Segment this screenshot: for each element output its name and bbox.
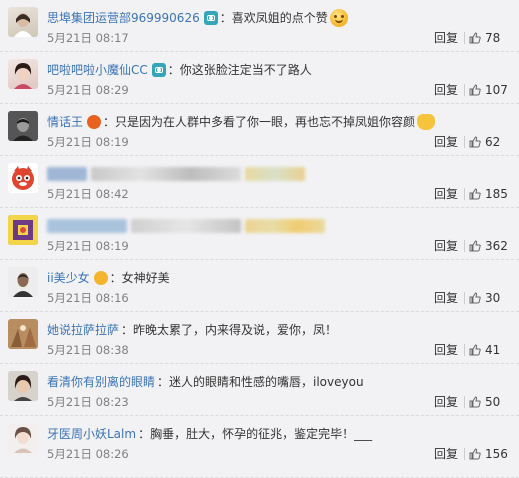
comment-item: 牙医周小妖Lalm ：胸垂，肚大，怀孕的征兆，鉴定完毕！___ 5月21日 08…: [0, 416, 519, 478]
like-button[interactable]: 30: [469, 289, 500, 307]
avatar[interactable]: [8, 111, 38, 141]
blurred-comment-text: [131, 219, 241, 233]
like-count: 156: [485, 447, 508, 461]
username[interactable]: 情话王: [47, 113, 83, 131]
avatar[interactable]: [8, 59, 38, 89]
username[interactable]: ii美少女: [47, 269, 90, 287]
divider: [464, 344, 465, 356]
divider: [464, 32, 465, 44]
comment-time: 5月21日 08:26: [47, 447, 129, 461]
like-button[interactable]: 41: [469, 341, 500, 359]
comment-text: ：迷人的眼睛和性感的嘴唇，iloveyou: [157, 375, 364, 389]
thumbs-up-icon: [469, 188, 481, 200]
like-button[interactable]: 156: [469, 445, 508, 463]
comment-item: 她说拉萨拉萨 ：昨晚太累了，内来得及说，爱你，凤！ 5月21日 08:38 回复…: [0, 312, 519, 364]
like-count: 107: [485, 83, 508, 97]
thumbs-up-icon: [469, 32, 481, 44]
like-button[interactable]: 62: [469, 133, 500, 151]
avatar[interactable]: [8, 319, 38, 349]
like-count: 185: [485, 187, 508, 201]
comment-text: ：你这张脸注定当不了路人: [167, 63, 312, 77]
thumbs-up-icon: [469, 84, 481, 96]
like-count: 41: [485, 343, 501, 357]
avatar[interactable]: [8, 267, 38, 297]
reply-button[interactable]: 回复: [434, 81, 458, 99]
like-count: 62: [485, 135, 501, 149]
thumbs-up-icon: [469, 344, 481, 356]
camera-badge-icon: [203, 11, 218, 25]
reply-button[interactable]: 回复: [434, 185, 458, 203]
username[interactable]: 牙医周小妖Lalm: [47, 425, 136, 443]
divider: [464, 188, 465, 200]
thumbs-up-icon: [469, 136, 481, 148]
username[interactable]: 她说拉萨拉萨: [47, 321, 119, 339]
comment-item: 5月21日 08:19 回复 362: [0, 208, 519, 260]
comment-text: ：昨晚太累了，内来得及说，爱你，凤！: [121, 323, 338, 337]
divider: [464, 292, 465, 304]
comment-time: 5月21日 08:42: [47, 187, 129, 201]
comment-time: 5月21日 08:23: [47, 395, 129, 409]
divider: [464, 396, 465, 408]
comment-text: ：只是因为在人群中多看了你一眼，再也忘不掉凤姐你容颜: [103, 115, 416, 129]
divider: [464, 136, 465, 148]
comment-item: ii美少女 ：女神好美 5月21日 08:16 回复 30: [0, 260, 519, 312]
like-count: 30: [485, 291, 501, 305]
blurred-username: [47, 219, 127, 233]
thumbs-up-icon: [469, 240, 481, 252]
reply-button[interactable]: 回复: [434, 237, 458, 255]
like-count: 362: [485, 239, 508, 253]
like-button[interactable]: 78: [469, 29, 500, 47]
comment-text: ：喜欢凤姐的点个赞: [219, 11, 328, 25]
reply-button[interactable]: 回复: [434, 133, 458, 151]
like-count: 50: [485, 395, 501, 409]
comment-time: 5月21日 08:19: [47, 239, 129, 253]
comment-item: 看清你有别离的眼睛 ：迷人的眼睛和性感的嘴唇，iloveyou 5月21日 08…: [0, 364, 519, 416]
smile-emoji-icon: [329, 9, 348, 27]
comment-text: ：女神好美: [109, 271, 170, 285]
comment-time: 5月21日 08:19: [47, 135, 129, 149]
reply-button[interactable]: 回复: [434, 289, 458, 307]
thumbs-up-icon: [469, 396, 481, 408]
reply-button[interactable]: 回复: [434, 445, 458, 463]
blurred-emoji: [245, 219, 325, 233]
blurred-comment-text: [91, 167, 241, 181]
username[interactable]: 看清你有别离的眼睛: [47, 373, 155, 391]
like-button[interactable]: 185: [469, 185, 508, 203]
like-count: 78: [485, 31, 501, 45]
reply-button[interactable]: 回复: [434, 341, 458, 359]
thumbs-up-icon: [469, 448, 481, 460]
username[interactable]: 思埠集团运营部969990626: [47, 9, 200, 27]
avatar[interactable]: [8, 215, 38, 245]
reply-button[interactable]: 回复: [434, 393, 458, 411]
camera-badge-icon: [151, 63, 166, 77]
comment-time: 5月21日 08:38: [47, 343, 129, 357]
avatar[interactable]: [8, 423, 38, 453]
cat-emoji-icon: [417, 114, 436, 130]
comment-time: 5月21日 08:29: [47, 83, 129, 97]
medal-badge-icon: [87, 115, 102, 129]
comment-list: 思埠集团运营部969990626 ：喜欢凤姐的点个赞 5月21日 08:17 回…: [0, 0, 519, 478]
thumbs-up-icon: [469, 292, 481, 304]
reply-button[interactable]: 回复: [434, 29, 458, 47]
comment-item: 情话王 ：只是因为在人群中多看了你一眼，再也忘不掉凤姐你容颜 5月21日 08:…: [0, 104, 519, 156]
like-button[interactable]: 50: [469, 393, 500, 411]
avatar[interactable]: [8, 371, 38, 401]
blurred-emoji: [245, 167, 305, 181]
divider: [464, 240, 465, 252]
divider: [464, 448, 465, 460]
avatar[interactable]: [8, 7, 38, 37]
divider: [464, 84, 465, 96]
like-button[interactable]: 107: [469, 81, 508, 99]
comment-time: 5月21日 08:17: [47, 31, 129, 45]
blurred-username: [47, 167, 87, 181]
comment-item: 吧啦吧啦小魔仙CC ：你这张脸注定当不了路人 5月21日 08:29 回复 10…: [0, 52, 519, 104]
comment-text: ：胸垂，肚大，怀孕的征兆，鉴定完毕！___: [138, 427, 373, 441]
comment-item: 5月21日 08:42 回复 185: [0, 156, 519, 208]
like-button[interactable]: 362: [469, 237, 508, 255]
member-badge-icon: [93, 271, 108, 285]
username[interactable]: 吧啦吧啦小魔仙CC: [47, 61, 148, 79]
comment-time: 5月21日 08:16: [47, 291, 129, 305]
comment-item: 思埠集团运营部969990626 ：喜欢凤姐的点个赞 5月21日 08:17 回…: [0, 0, 519, 52]
avatar[interactable]: [8, 163, 38, 193]
